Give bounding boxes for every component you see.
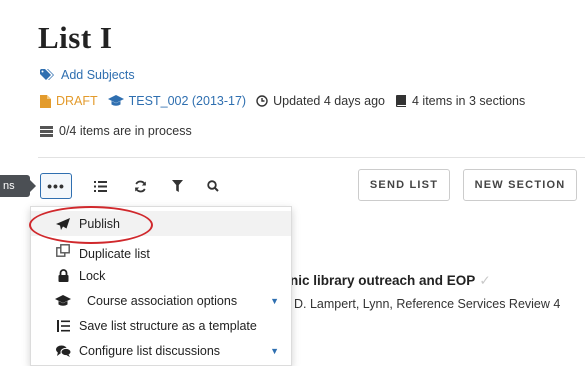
file-icon	[40, 94, 51, 108]
list-meta: DRAFT TEST_002 (2013-17) Updated 4 days …	[40, 94, 535, 108]
caret-down-icon: ▼	[270, 345, 279, 356]
menu-item-label: Duplicate list	[79, 246, 150, 261]
menu-item-publish[interactable]: Publish	[31, 211, 291, 236]
paper-plane-icon	[55, 217, 71, 230]
process-status: 0/4 items are in process	[40, 124, 192, 138]
menu-item-label: Lock	[79, 268, 106, 283]
course-link[interactable]: TEST_002 (2013-17)	[107, 94, 247, 108]
menu-item-label: Course association options	[87, 293, 238, 308]
caret-down-icon: ▼	[270, 295, 279, 306]
more-options-menu: Publish Duplicate list Lock Course assoc…	[30, 206, 292, 366]
refresh-button[interactable]	[128, 173, 152, 199]
item-title-text: nic library outreach and EOP	[290, 273, 476, 288]
filter-button[interactable]	[165, 173, 189, 199]
menu-item-label: Publish	[79, 216, 120, 231]
process-label: 0/4 items are in process	[59, 124, 192, 138]
list-icon	[93, 180, 107, 192]
header-divider	[38, 157, 585, 158]
updated-info: Updated 4 days ago	[256, 94, 385, 108]
refresh-icon	[134, 180, 146, 192]
list-structure-icon	[55, 319, 71, 332]
search-button[interactable]	[201, 173, 225, 199]
items-info: 4 items in 3 sections	[395, 94, 525, 108]
graduation-cap-icon	[55, 294, 71, 307]
menu-item-label: Configure list discussions	[79, 343, 221, 358]
more-options-button[interactable]: •••	[40, 173, 72, 199]
list-view-button[interactable]	[88, 173, 112, 199]
menu-item-course-association[interactable]: Course association options ▼	[31, 288, 291, 313]
search-icon	[207, 180, 219, 192]
updated-label: Updated 4 days ago	[273, 94, 385, 108]
comments-icon	[55, 345, 71, 357]
send-list-button[interactable]: SEND LIST	[358, 169, 450, 201]
course-label: TEST_002 (2013-17)	[128, 94, 247, 108]
new-section-button[interactable]: NEW SECTION	[463, 169, 577, 201]
page-title: List I	[38, 20, 113, 55]
book-icon	[396, 95, 406, 107]
clock-icon	[256, 95, 268, 107]
lock-icon	[55, 269, 71, 282]
item-title[interactable]: nic library outreach and EOP ✓	[290, 273, 491, 289]
menu-item-save-template[interactable]: Save list structure as a template	[31, 313, 291, 338]
item-citation: D. Lampert, Lynn, Reference Services Rev…	[294, 297, 561, 311]
side-tab[interactable]: ns	[0, 175, 36, 197]
copy-icon	[55, 244, 71, 257]
filter-icon	[171, 180, 183, 192]
reading-list-page: List I Add Subjects DRAFT TEST_002 (2013…	[0, 0, 585, 366]
menu-item-duplicate[interactable]: Duplicate list	[31, 238, 291, 263]
list-stack-icon	[40, 125, 53, 137]
graduation-cap-icon	[107, 95, 124, 106]
menu-item-lock[interactable]: Lock	[31, 263, 291, 288]
check-icon: ✓	[479, 273, 491, 288]
add-subjects-link[interactable]: Add Subjects	[40, 68, 135, 82]
items-label: 4 items in 3 sections	[412, 94, 526, 108]
status-label: DRAFT	[56, 94, 98, 108]
add-subjects-label: Add Subjects	[61, 68, 135, 82]
menu-item-configure-discussions[interactable]: Configure list discussions ▼	[31, 338, 291, 363]
menu-item-label: Save list structure as a template	[79, 318, 257, 333]
tags-icon	[40, 69, 54, 80]
status-badge: DRAFT	[40, 94, 98, 108]
